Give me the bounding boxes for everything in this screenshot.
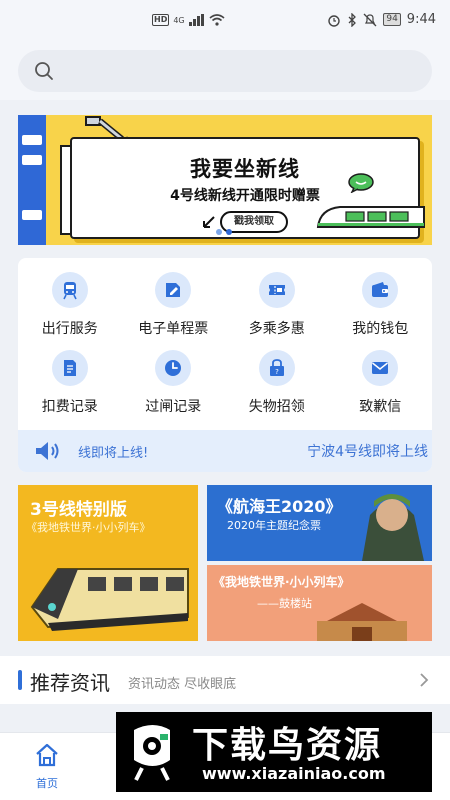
- section-subtitle: 资讯动态 尽收眼底: [128, 677, 237, 692]
- service-charge-records[interactable]: 扣费记录: [18, 346, 122, 418]
- wifi-icon: [209, 14, 225, 26]
- chevron-right-icon[interactable]: [418, 672, 430, 688]
- service-gate-records[interactable]: 过闸记录: [122, 346, 226, 418]
- document-icon: [51, 350, 88, 386]
- search-input[interactable]: [18, 50, 432, 92]
- section-title: 推荐资讯: [30, 671, 110, 695]
- service-label: 多乘多惠: [248, 321, 305, 337]
- train-icon: [51, 272, 88, 308]
- signal-label: 4G: [173, 15, 185, 25]
- carousel-dot[interactable]: [216, 229, 222, 235]
- banner-prev-slide-edge: [18, 115, 46, 245]
- tower-illustration: [317, 603, 407, 641]
- character-illustration: [362, 494, 424, 561]
- section-accent-bar: [18, 670, 22, 690]
- status-bar: HD 4G 94 9:44: [0, 0, 450, 40]
- service-label: 我的钱包: [352, 321, 409, 337]
- promo-drum-tower[interactable]: 《我地铁世界·小小列车》 ——鼓楼站: [207, 565, 432, 641]
- watermark-overlay: 下载鸟资源 www.xiazainiao.com: [116, 712, 432, 792]
- battery-level: 94: [383, 13, 401, 26]
- service-label: 电子单程票: [138, 321, 209, 337]
- chat-bubble-icon: [348, 173, 374, 193]
- notice-text: 线即将上线!: [78, 446, 149, 461]
- search-icon: [35, 62, 53, 80]
- recommended-section-header[interactable]: 推荐资讯 资讯动态 尽收眼底: [0, 656, 450, 704]
- promo-line3-special[interactable]: 3号线特别版 《我地铁世界·小小列车》: [18, 485, 198, 641]
- search-bar: [0, 40, 450, 100]
- network-indicators: HD 4G: [152, 14, 225, 26]
- train-illustration: [30, 568, 189, 631]
- bird-logo-icon: [134, 725, 170, 781]
- promo-title: 《航海王2020》: [217, 497, 342, 516]
- promo-title: 《我地铁世界·小小列车》: [213, 575, 350, 589]
- services-card: 出行服务 电子单程票 多乘多惠 我的钱包 扣费记录 过闸记录 ? 失物招领 致歉…: [18, 258, 432, 472]
- service-label: 失物招领: [248, 399, 305, 415]
- service-label: 出行服务: [41, 321, 98, 337]
- home-icon: [36, 743, 58, 767]
- hd-badge: HD: [152, 14, 170, 26]
- notice-bar[interactable]: 线即将上线! 宁波4号线即将上线: [18, 430, 432, 472]
- watermark-url: www.xiazainiao.com: [202, 764, 386, 783]
- promo-title: 3号线特别版: [30, 500, 127, 520]
- service-lost-found[interactable]: ? 失物招领: [225, 346, 329, 418]
- nav-home-label: 首页: [36, 777, 58, 790]
- bluetooth-icon: [348, 12, 357, 27]
- service-label: 扣费记录: [41, 399, 98, 415]
- mail-icon: [362, 350, 399, 386]
- watermark-title: 下载鸟资源: [192, 725, 383, 766]
- lost-found-icon: ?: [258, 350, 295, 386]
- signal-icon: [188, 14, 204, 26]
- service-apology-letter[interactable]: 致歉信: [329, 346, 433, 418]
- promo-banner[interactable]: 我要坐新线 4号线新线开通限时赠票 戳我领取: [18, 115, 432, 245]
- promo-one-piece[interactable]: 《航海王2020》 2020年主题纪念票: [207, 485, 432, 561]
- speaker-icon: [36, 442, 59, 460]
- ticket-edit-icon: [155, 272, 192, 308]
- service-e-ticket[interactable]: 电子单程票: [122, 268, 226, 340]
- mute-icon: [363, 13, 377, 26]
- svg-text:?: ?: [275, 368, 279, 376]
- train-illustration: [316, 206, 425, 228]
- clock-time: 9:44: [406, 12, 436, 27]
- promo-subtitle: 《我地铁世界·小小列车》: [26, 521, 151, 534]
- nav-home[interactable]: 首页: [22, 743, 72, 791]
- carousel-dot-active[interactable]: [226, 229, 232, 235]
- service-wallet[interactable]: 我的钱包: [329, 268, 433, 340]
- coupon-icon: [258, 272, 295, 308]
- alarm-icon: [328, 14, 341, 27]
- cursor-arrow-icon: [203, 216, 215, 228]
- notice-text: 宁波4号线即将上线: [307, 444, 428, 460]
- promo-subtitle: ——鼓楼站: [257, 597, 312, 610]
- wallet-icon: [362, 272, 399, 308]
- clock-icon: [155, 350, 192, 386]
- service-label: 过闸记录: [145, 399, 202, 415]
- system-indicators: 94 9:44: [327, 12, 436, 27]
- carousel-indicator: [216, 229, 232, 235]
- service-multi-ride[interactable]: 多乘多惠: [225, 268, 329, 340]
- service-travel[interactable]: 出行服务: [18, 268, 122, 340]
- service-label: 致歉信: [359, 399, 402, 415]
- promo-subtitle: 2020年主题纪念票: [227, 519, 321, 532]
- services-grid: 出行服务 电子单程票 多乘多惠 我的钱包 扣费记录 过闸记录 ? 失物招领 致歉…: [18, 268, 432, 418]
